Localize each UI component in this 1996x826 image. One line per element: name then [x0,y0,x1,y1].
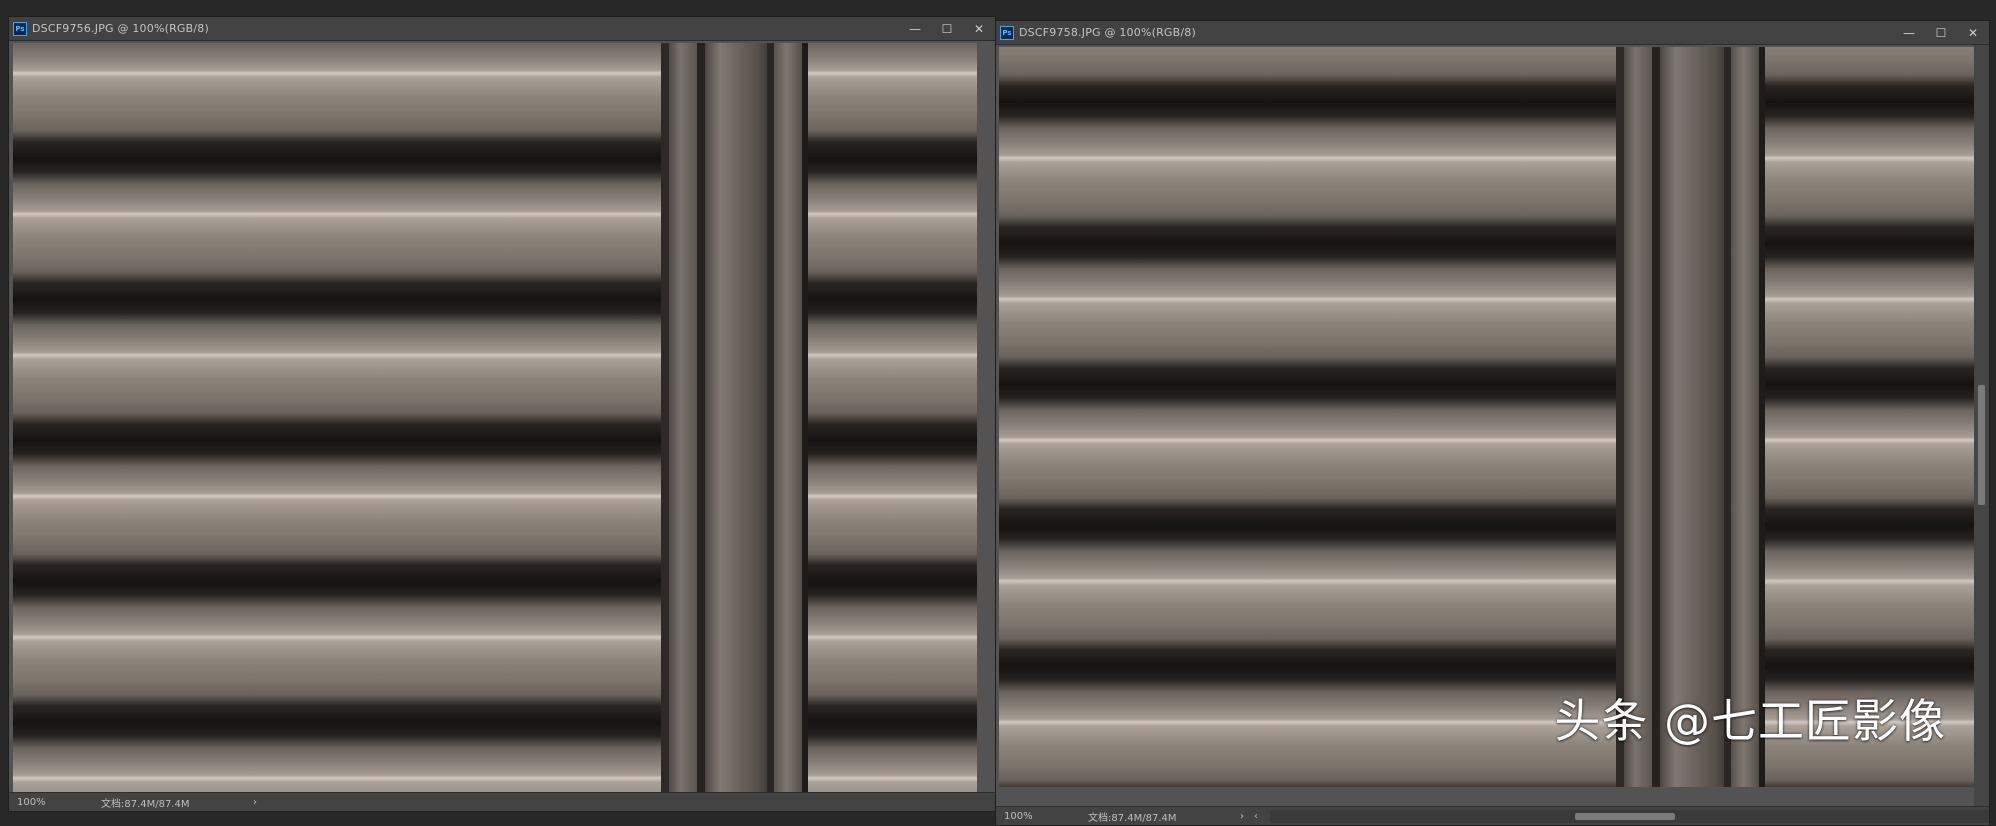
horizontal-scrollbar[interactable] [1270,809,1989,823]
chevron-right-icon[interactable]: › [1228,811,1244,822]
title-bar[interactable]: Ps DSCF9758.JPG @ 100%(RGB/8) — ☐ ✕ [996,21,1989,45]
frame-post-left [1624,47,1652,787]
watermark-text: 头条 @七工匠影像 [1554,694,1946,748]
photoshop-icon: Ps [1000,25,1014,40]
maximize-button[interactable]: ☐ [931,17,963,41]
minimize-button[interactable]: — [1893,21,1925,45]
frame-post-gap [697,43,705,792]
minimize-button[interactable]: — [899,17,931,41]
maximize-button[interactable]: ☐ [1925,21,1957,45]
chevron-right-icon[interactable]: › [241,797,257,808]
louver-slat [13,723,977,792]
frame-post-center [1660,47,1724,787]
frame-post-right [1731,47,1759,787]
louver-slat [13,159,977,300]
document-window-left[interactable]: Ps DSCF9756.JPG @ 100%(RGB/8) — ☐ ✕ 100%… [8,16,996,812]
zoom-level[interactable]: 100% [996,811,1054,822]
document-title: DSCF9758.JPG @ 100%(RGB/8) [1019,26,1196,39]
window-controls: — ☐ ✕ [1893,21,1989,45]
document-size: 文档:87.4M/87.4M [1088,812,1177,824]
frame-post-gap [1616,47,1624,787]
louver-slat [13,582,977,723]
louver-slat [13,441,977,582]
close-button[interactable]: ✕ [963,17,995,41]
frame-post-right [774,43,802,792]
document-size: 文档:87.4M/87.4M [101,798,190,810]
louver-slat [13,300,977,441]
louver-slat [999,103,1974,244]
document-window-right[interactable]: Ps DSCF9758.JPG @ 100%(RGB/8) — ☐ ✕ 头条 @… [995,20,1990,826]
louver-slat [999,385,1974,526]
frame-post-left [669,43,697,792]
window-controls: — ☐ ✕ [899,17,995,41]
louver-slat [13,43,977,159]
louver-slat [999,526,1974,667]
zoom-level[interactable]: 100% [9,797,67,808]
image-canvas[interactable] [13,43,977,792]
photoshop-icon: Ps [13,21,27,36]
status-bar: 100% 文档:87.4M/87.4M › [9,792,995,811]
louver-slat [999,244,1974,385]
frame-post-gap [661,43,669,792]
title-bar[interactable]: Ps DSCF9756.JPG @ 100%(RGB/8) — ☐ ✕ [9,17,995,41]
close-button[interactable]: ✕ [1957,21,1989,45]
scrollbar-thumb[interactable] [1978,385,1985,505]
frame-post-gap [802,43,808,792]
status-bar: 100% 文档:87.4M/87.4M › ‹ [996,806,1989,825]
frame-post-gap [1759,47,1765,787]
frame-post-gap [767,43,774,792]
frame-post-gap [1652,47,1660,787]
vertical-scrollbar[interactable] [1974,45,1989,806]
louver-slat [999,47,1974,103]
document-title: DSCF9756.JPG @ 100%(RGB/8) [32,22,209,35]
image-canvas[interactable]: 头条 @七工匠影像 [999,47,1974,787]
chevron-left-icon[interactable]: ‹ [1244,811,1258,822]
frame-post-center [705,43,767,792]
scrollbar-thumb[interactable] [1575,812,1675,820]
frame-post-gap [1724,47,1731,787]
